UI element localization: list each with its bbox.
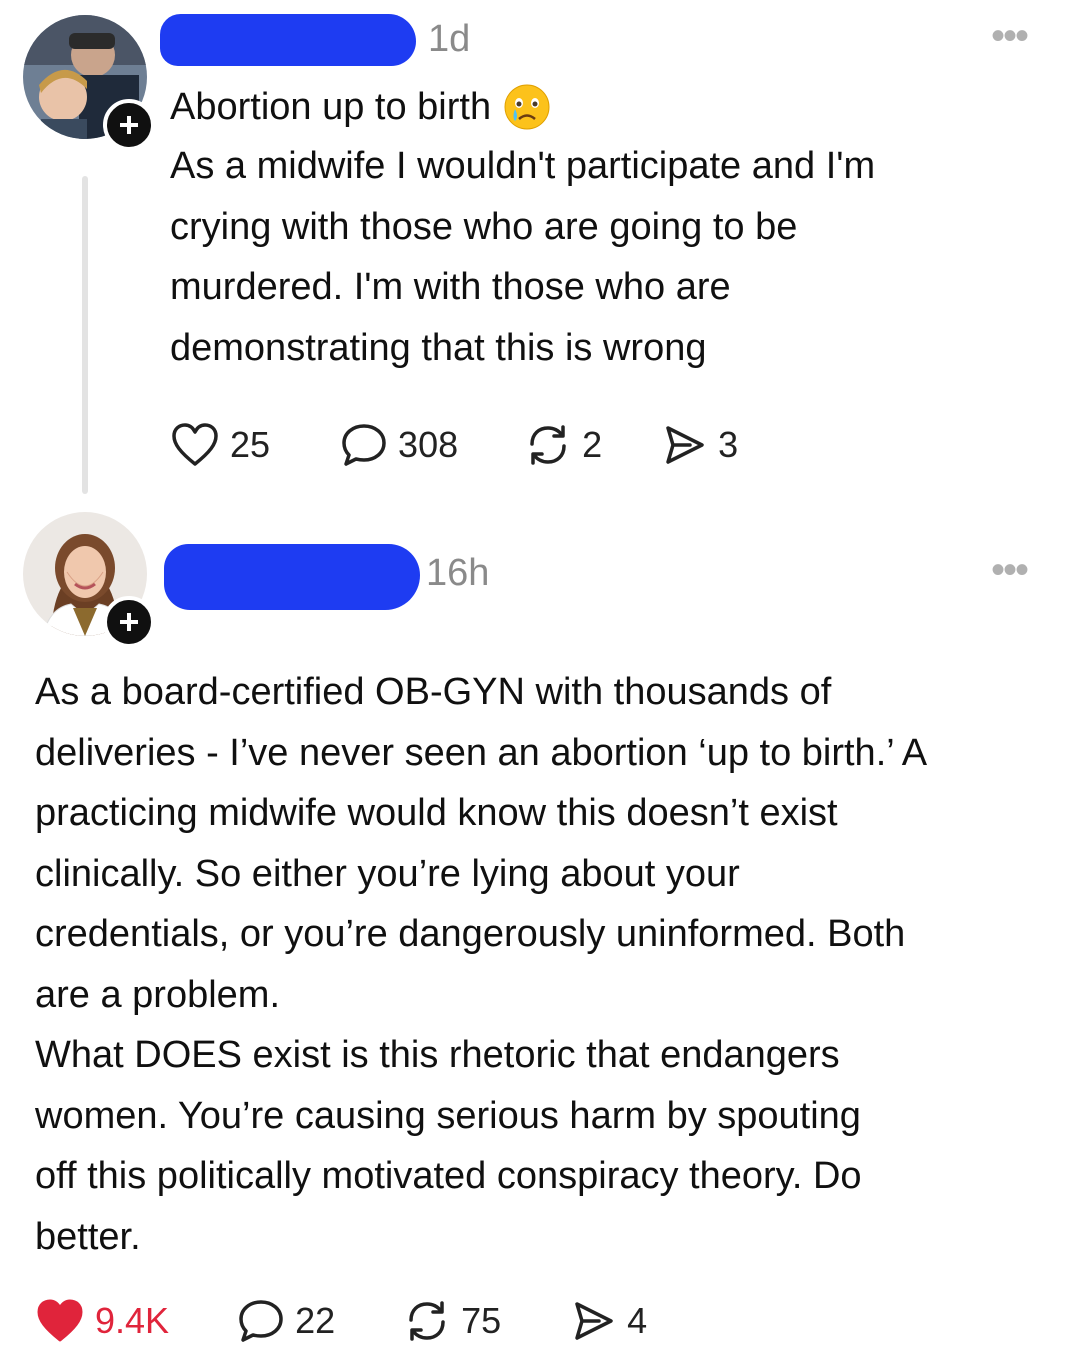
reply-count: 22: [295, 1300, 336, 1341]
heart-filled-icon: [37, 1299, 83, 1342]
like-button[interactable]: 25: [170, 422, 270, 468]
share-count: 4: [627, 1300, 648, 1341]
plus-icon: [120, 116, 138, 134]
post-title-text: Abortion up to birth: [170, 86, 492, 128]
heart-icon: [172, 423, 218, 466]
follow-button[interactable]: [103, 596, 155, 648]
send-icon: [575, 1302, 613, 1340]
comment-icon: [239, 1300, 283, 1342]
repost-button[interactable]: 75: [403, 1298, 501, 1344]
like-count: 25: [230, 424, 271, 465]
like-count: 9.4K: [95, 1300, 170, 1341]
share-count: 3: [718, 424, 739, 465]
reply-count: 308: [398, 424, 459, 465]
like-button[interactable]: 9.4K: [35, 1298, 169, 1344]
share-button[interactable]: 4: [569, 1298, 647, 1344]
send-icon: [666, 426, 704, 464]
post-body: As a midwife I wouldn't participate and …: [170, 145, 876, 369]
more-options-icon[interactable]: •••: [991, 16, 1029, 56]
reply-button[interactable]: 308: [340, 422, 458, 468]
reply-button[interactable]: 22: [237, 1298, 335, 1344]
comment-icon: [342, 424, 386, 466]
plus-icon: [120, 613, 138, 631]
post-title: Abortion up to birth: [170, 80, 551, 134]
crying-face-icon: [504, 84, 550, 130]
post-actions: 25 308 2 3: [170, 422, 738, 468]
repost-button[interactable]: 2: [524, 422, 602, 468]
more-options-icon[interactable]: •••: [991, 550, 1029, 590]
follow-button[interactable]: [103, 99, 155, 151]
repost-icon: [409, 1301, 445, 1341]
reply-timestamp: 16h: [426, 552, 490, 594]
username-redacted: [164, 544, 420, 610]
repost-count: 75: [461, 1300, 502, 1341]
username-redacted: [160, 14, 416, 66]
thread-line: [82, 176, 88, 494]
reply-body: As a board-certified OB-GYN with thousan…: [35, 671, 928, 1258]
repost-icon: [530, 425, 566, 465]
share-button[interactable]: 3: [660, 422, 738, 468]
reply-actions: 9.4K 22 75 4: [35, 1298, 647, 1344]
post-timestamp: 1d: [428, 18, 471, 60]
repost-count: 2: [582, 424, 603, 465]
